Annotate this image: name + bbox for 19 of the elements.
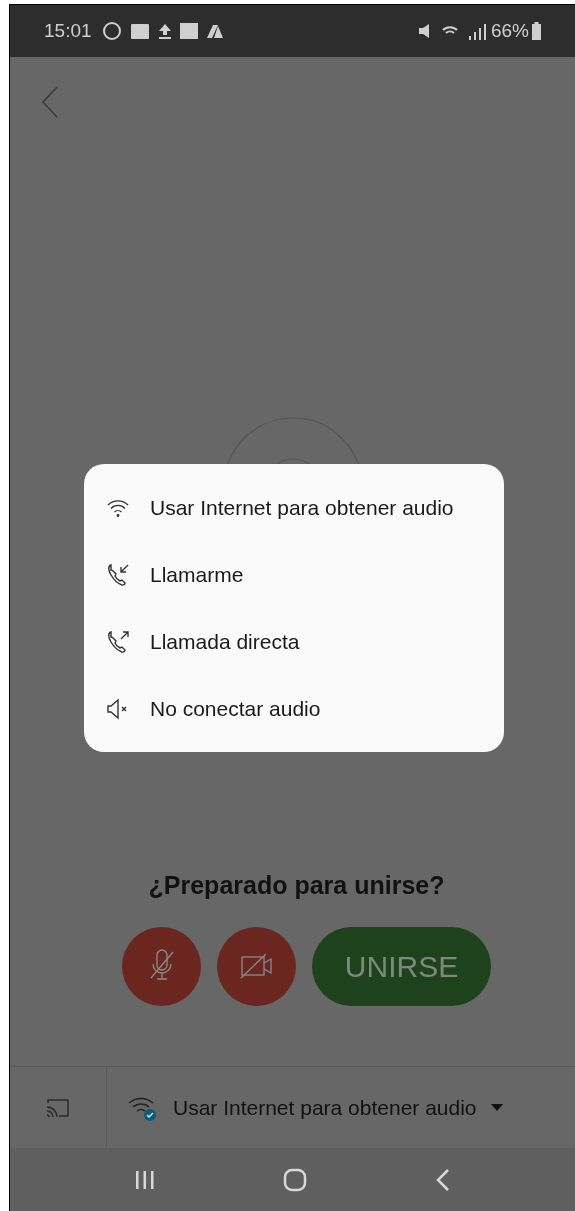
upload-icon — [157, 22, 172, 40]
signal-icon — [468, 22, 487, 40]
home-icon[interactable] — [283, 1167, 308, 1192]
audio-option[interactable]: No conectar audio — [84, 677, 504, 740]
back-icon[interactable] — [40, 85, 60, 119]
audio-option[interactable]: Usar Internet para obtener audio — [84, 476, 504, 539]
muted-speaker-icon — [418, 23, 431, 39]
audio-option[interactable]: Llamarme — [84, 543, 504, 606]
battery-percentage: 66% — [490, 18, 529, 43]
dropdown-caret-icon — [490, 1103, 503, 1112]
ready-prompt: ¿Preparado para unirse? — [148, 870, 445, 901]
back-icon[interactable] — [435, 1167, 452, 1192]
audio-option[interactable]: Llamada directa — [84, 610, 504, 673]
triangle-icon — [205, 23, 224, 39]
cast-icon[interactable] — [45, 1096, 71, 1119]
battery-icon — [532, 22, 541, 40]
camera-icon — [239, 952, 274, 980]
clock: 15:01 — [44, 18, 92, 43]
recent-apps-icon[interactable] — [133, 1168, 156, 1191]
